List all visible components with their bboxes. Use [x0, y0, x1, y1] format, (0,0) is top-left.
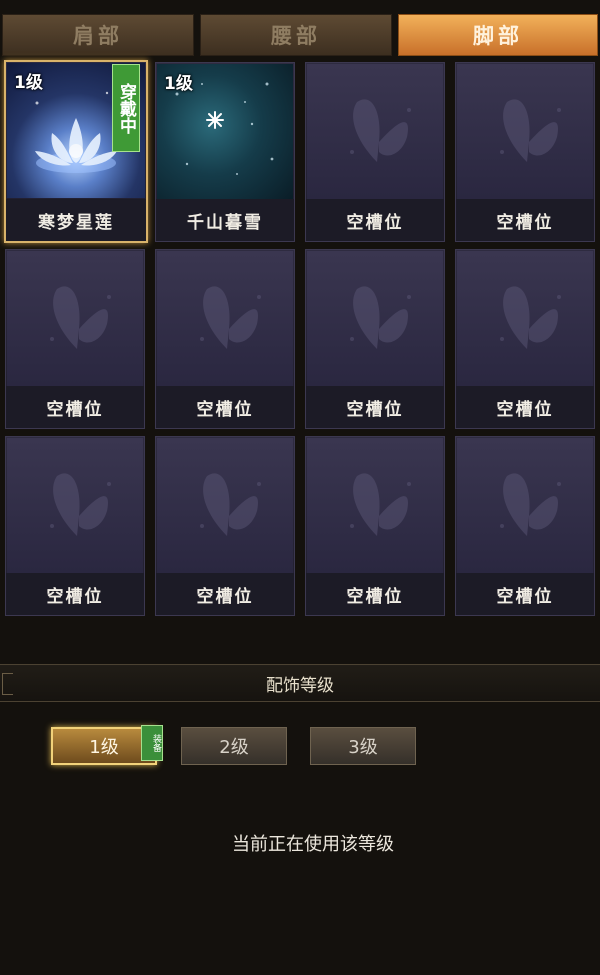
butterfly-icon [500, 286, 561, 349]
empty-slot-art [7, 438, 143, 573]
empty-slot[interactable]: 空槽位 [305, 249, 445, 429]
empty-slot[interactable]: 空槽位 [305, 62, 445, 242]
accessory-level-header: 配饰等级 [0, 664, 600, 702]
butterfly-icon [350, 99, 411, 162]
wearing-badge: 穿戴中 [112, 64, 140, 152]
equipped-badge: 装备 [141, 725, 163, 761]
empty-slot[interactable]: 空槽位 [5, 436, 145, 616]
empty-slot-art [457, 438, 593, 573]
empty-slot-art [157, 438, 293, 573]
empty-slot-art [157, 251, 293, 386]
empty-slot-art [307, 64, 443, 199]
empty-slot-art [7, 251, 143, 386]
level-button-label: 3级 [348, 737, 378, 758]
butterfly-icon [500, 99, 561, 162]
slot-name-label: 空槽位 [306, 386, 444, 428]
butterfly-icon [350, 473, 411, 536]
empty-slot[interactable]: 空槽位 [155, 249, 295, 429]
empty-slot[interactable]: 空槽位 [455, 62, 595, 242]
butterfly-icon [50, 473, 111, 536]
empty-slot-art [307, 438, 443, 573]
slot-category-tabs: 肩部 腰部 脚部 [0, 14, 600, 58]
accessory-slot[interactable]: 1级 千山暮雪 [155, 62, 295, 242]
tab-shoulder[interactable]: 肩部 [2, 14, 194, 56]
slot-name-label: 空槽位 [456, 386, 594, 428]
level-2-button[interactable]: 2级 [181, 727, 287, 765]
empty-slot-art [457, 251, 593, 386]
butterfly-icon [200, 473, 261, 536]
slot-name-label: 寒梦星莲 [6, 199, 146, 241]
slot-name-label: 空槽位 [306, 199, 444, 241]
empty-slot[interactable]: 空槽位 [455, 249, 595, 429]
tab-waist[interactable]: 腰部 [200, 14, 392, 56]
header-bracket-ornament [2, 673, 13, 695]
butterfly-icon [200, 286, 261, 349]
slot-name-label: 空槽位 [156, 386, 294, 428]
accessory-level-title: 配饰等级 [266, 675, 334, 696]
slot-name-label: 空槽位 [456, 199, 594, 241]
empty-slot[interactable]: 空槽位 [155, 436, 295, 616]
butterfly-icon [500, 473, 561, 536]
slot-level-label: 1级 [14, 73, 43, 93]
empty-slot[interactable]: 空槽位 [305, 436, 445, 616]
empty-slot[interactable]: 空槽位 [5, 249, 145, 429]
slot-name-label: 空槽位 [6, 573, 144, 615]
level-button-label: 2级 [219, 737, 249, 758]
level-button-label: 1级 [89, 737, 119, 758]
empty-slot-art [307, 251, 443, 386]
butterfly-icon [350, 286, 411, 349]
empty-slot-art [457, 64, 593, 199]
empty-slot[interactable]: 空槽位 [455, 436, 595, 616]
level-1-button[interactable]: 1级 装备 [51, 725, 163, 765]
level-3-button[interactable]: 3级 [310, 727, 416, 765]
slot-name-label: 千山暮雪 [156, 199, 294, 241]
slot-name-label: 空槽位 [306, 573, 444, 615]
slot-level-label: 1级 [164, 74, 193, 94]
tab-feet[interactable]: 脚部 [398, 14, 598, 56]
butterfly-icon [50, 286, 111, 349]
slot-name-label: 空槽位 [456, 573, 594, 615]
accessory-slot[interactable]: 1级 穿戴中 寒梦星莲 [4, 60, 148, 243]
slot-name-label: 空槽位 [6, 386, 144, 428]
level-status-text: 当前正在使用该等级 [232, 834, 394, 855]
slot-name-label: 空槽位 [156, 573, 294, 615]
